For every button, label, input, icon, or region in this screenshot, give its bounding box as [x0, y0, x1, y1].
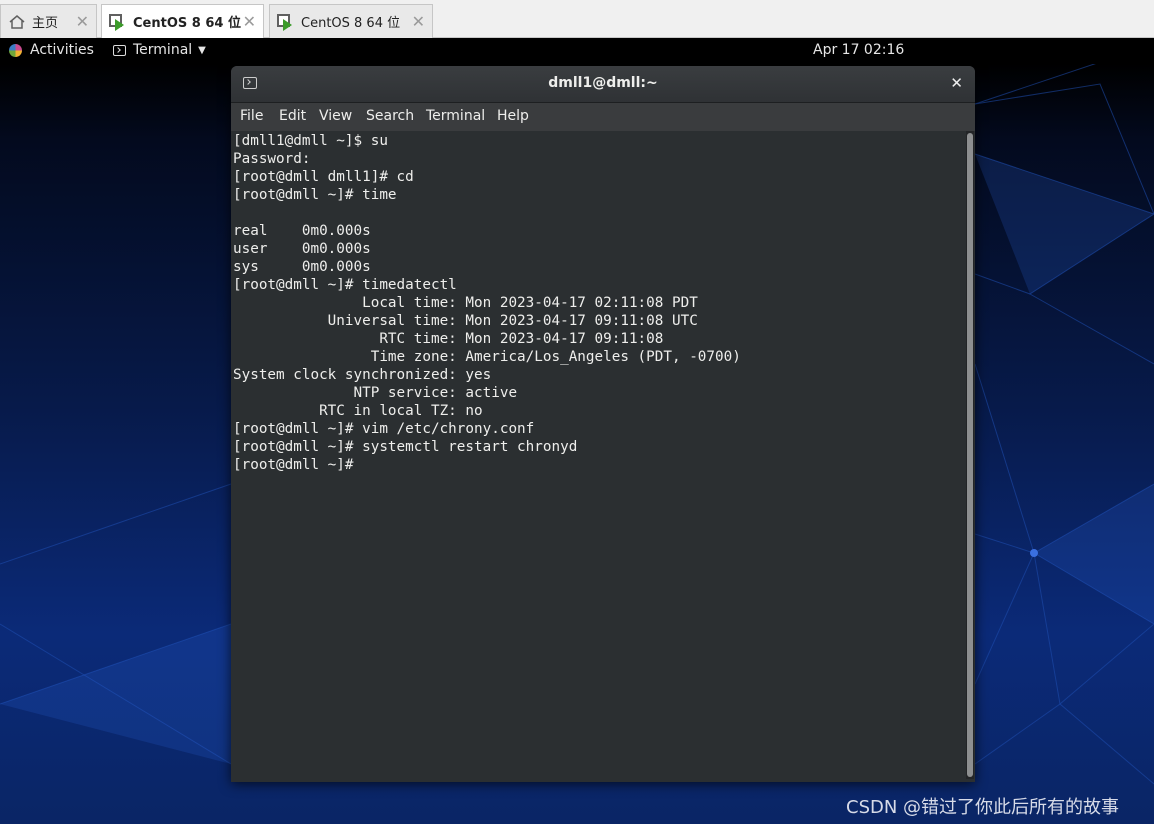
close-icon[interactable]: ✕	[950, 74, 963, 92]
terminal-line: Local time: Mon 2023-04-17 02:11:08 PDT	[233, 295, 698, 311]
gnome-top-bar: Activities Terminal ▼ Apr 17 02:16	[0, 38, 1154, 64]
close-icon[interactable]: ✕	[412, 12, 425, 31]
vm-icon	[109, 13, 127, 31]
tab-label: CentOS 8 64 位	[301, 16, 401, 31]
terminal-line: user 0m0.000s	[233, 241, 371, 257]
vm-icon	[277, 13, 295, 31]
terminal-line: [root@dmll ~]# timedatectl	[233, 277, 457, 293]
tab-home[interactable]: 主页 ✕	[0, 4, 97, 38]
terminal-line: [dmll1@dmll ~]$ su	[233, 133, 388, 149]
terminal-output[interactable]: [dmll1@dmll ~]$ su Password: [root@dmll dm…	[231, 131, 966, 782]
terminal-line: sys 0m0.000s	[233, 259, 371, 275]
terminal-line: NTP service: active	[233, 385, 518, 401]
menu-view[interactable]: View	[319, 108, 352, 124]
terminal-line: Time zone: America/Los_Angeles (PDT, -07…	[233, 349, 741, 365]
window-titlebar[interactable]: dmll1@dmll:~ ✕	[231, 66, 975, 103]
terminal-line: real 0m0.000s	[233, 223, 371, 239]
close-icon[interactable]: ✕	[243, 12, 256, 31]
tab-label: 主页	[32, 16, 59, 31]
tab-centos[interactable]: CentOS 8 64 位 ✕	[269, 4, 433, 38]
tab-centos-active[interactable]: CentOS 8 64 位 ✕	[101, 4, 264, 38]
menu-help[interactable]: Help	[497, 108, 529, 124]
menu-bar: File Edit View Search Terminal Help	[231, 103, 975, 131]
activities-icon	[9, 43, 22, 57]
terminal-line: Password:	[233, 151, 311, 167]
terminal-line: [root@dmll ~]#	[233, 457, 354, 473]
terminal-line: [root@dmll ~]# systemctl restart chronyd	[233, 439, 578, 455]
terminal-icon	[113, 44, 126, 56]
app-menu-button[interactable]: Terminal ▼	[113, 42, 206, 58]
menu-terminal[interactable]: Terminal	[426, 108, 485, 124]
menu-file[interactable]: File	[240, 108, 263, 124]
scrollbar[interactable]	[966, 131, 974, 779]
tab-label: CentOS 8 64 位	[133, 16, 241, 31]
terminal-line: [root@dmll ~]# time	[233, 187, 397, 203]
terminal-line: [root@dmll ~]# vim /etc/chrony.conf	[233, 421, 535, 437]
terminal-line: System clock synchronized: yes	[233, 367, 492, 383]
window-title: dmll1@dmll:~	[548, 75, 658, 91]
vm-tab-strip: 主页 ✕ CentOS 8 64 位 ✕ CentOS 8 64 位 ✕	[0, 0, 1154, 38]
terminal-text: [dmll1@dmll ~]$ su Password: [root@dmll dm…	[231, 131, 966, 475]
scrollbar-thumb[interactable]	[967, 133, 973, 777]
activities-button[interactable]: Activities	[9, 42, 94, 58]
terminal-window: dmll1@dmll:~ ✕ File Edit View Search Ter…	[231, 66, 975, 782]
terminal-line: RTC time: Mon 2023-04-17 09:11:08	[233, 331, 664, 347]
chevron-down-icon: ▼	[198, 44, 206, 56]
terminal-line: RTC in local TZ: no	[233, 403, 483, 419]
activities-label: Activities	[30, 42, 94, 58]
watermark: CSDN @错过了你此后所有的故事	[846, 797, 1120, 818]
clock[interactable]: Apr 17 02:16	[813, 42, 904, 58]
close-icon[interactable]: ✕	[76, 12, 89, 31]
terminal-line: [root@dmll dmll1]# cd	[233, 169, 414, 185]
menu-edit[interactable]: Edit	[279, 108, 306, 124]
menu-search[interactable]: Search	[366, 108, 414, 124]
home-icon	[8, 13, 26, 31]
app-menu-label: Terminal	[133, 42, 193, 58]
terminal-line: Universal time: Mon 2023-04-17 09:11:08 …	[233, 313, 698, 329]
